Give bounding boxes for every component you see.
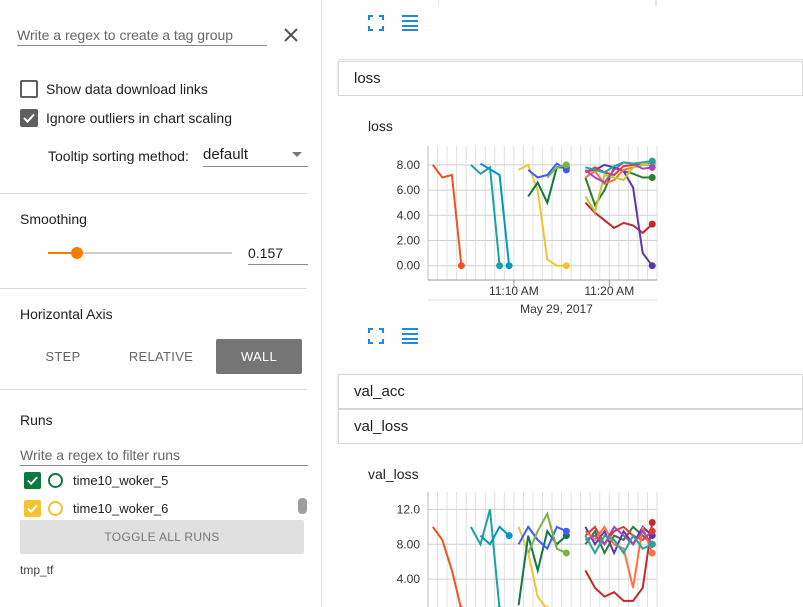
y-tick-label: 8.00: [397, 537, 421, 551]
runs-filter-input[interactable]: [20, 444, 308, 466]
ignore-outliers-label: Ignore outliers in chart scaling: [46, 110, 232, 126]
group-label: val_loss: [354, 418, 409, 435]
series-end-point: [648, 163, 656, 171]
smoothing-value-input[interactable]: 0.157: [248, 243, 308, 265]
run-color-circle: [48, 501, 63, 516]
tag-regex-input[interactable]: [17, 24, 267, 46]
run-item[interactable]: time10_woker_6: [24, 500, 168, 517]
loss-chart[interactable]: 8.00 6.00 4.00 2.00 0.00 11:10 AM 11:20 AM May …: [338, 96, 803, 321]
val-loss-chart[interactable]: 12.0 8.00 4.00: [338, 444, 803, 607]
series-end-point: [562, 527, 570, 535]
group-header-val-acc[interactable]: val_acc: [338, 374, 803, 409]
smoothing-slider-knob[interactable]: [71, 247, 83, 259]
data-table-icon[interactable]: [400, 13, 420, 33]
tooltip-sort-label: Tooltip sorting method:: [48, 148, 189, 164]
run-checkbox[interactable]: [24, 500, 41, 517]
expand-icon[interactable]: [366, 326, 386, 346]
tooltip-sort-value: default: [203, 146, 249, 163]
run-item[interactable]: time10_woker_5: [24, 472, 168, 489]
series-end-point: [457, 262, 465, 270]
divider: [0, 389, 307, 390]
series-end-point: [562, 262, 570, 270]
series-end-point: [562, 161, 570, 169]
series-end-point: [648, 174, 656, 181]
series-end-point: [648, 549, 656, 557]
run-name: time10_woker_6: [73, 501, 169, 516]
sidebar: Show data download links Ignore outliers…: [0, 0, 322, 607]
x-tick-label: 11:10 AM: [489, 284, 539, 298]
group-label: val_acc: [354, 383, 405, 400]
group-header-loss[interactable]: loss: [338, 61, 803, 96]
series-end-point: [648, 220, 656, 228]
series-end-point: [648, 540, 656, 548]
series-line: [527, 166, 567, 206]
axis-step-button[interactable]: STEP: [20, 339, 106, 374]
divider: [0, 193, 307, 194]
run-checkbox[interactable]: [24, 472, 41, 489]
series-end-point: [562, 549, 570, 557]
series-end-point: [648, 527, 656, 535]
series-end-point: [496, 262, 504, 270]
series-end-point: [648, 519, 656, 526]
close-icon[interactable]: [280, 24, 302, 46]
y-tick-label: 4.00: [397, 572, 421, 586]
show-download-label: Show data download links: [46, 81, 208, 97]
checkbox-unchecked-icon[interactable]: [20, 80, 38, 98]
horizontal-axis-heading: Horizontal Axis: [20, 306, 113, 322]
x-tick-label: 11:20 AM: [584, 284, 634, 298]
series-end-point: [505, 262, 513, 270]
chart-card-partial: [338, 0, 803, 60]
logdir-label: tmp_tf: [20, 563, 54, 577]
y-tick-label: 8.00: [397, 158, 421, 172]
run-color-circle: [48, 473, 63, 488]
runs-heading: Runs: [20, 412, 53, 428]
divider: [0, 288, 307, 289]
checkbox-checked-icon[interactable]: [20, 109, 38, 127]
expand-icon[interactable]: [366, 13, 386, 33]
axis-wall-button[interactable]: WALL: [216, 339, 302, 374]
x-axis-date-label: May 29, 2017: [520, 302, 593, 316]
tooltip-sort-dropdown[interactable]: default: [203, 143, 308, 167]
show-download-checkbox[interactable]: Show data download links: [20, 80, 208, 98]
run-name: time10_woker_5: [73, 473, 169, 488]
y-tick-label: 2.00: [397, 234, 421, 248]
chart-card-loss: loss 8.00 6.00 4.00 2.00 0.00 11:10 AM 11:20 A…: [338, 96, 803, 374]
y-tick-label: 4.00: [397, 208, 421, 222]
y-tick-label: 0.00: [397, 259, 421, 273]
smoothing-heading: Smoothing: [20, 211, 87, 227]
series-end-point: [648, 157, 656, 165]
runs-scrollbar[interactable]: [298, 498, 307, 514]
series-end-point: [505, 532, 513, 540]
chart-card-val-loss: val_loss 12.0 8.00 4.00: [338, 444, 803, 607]
group-label: loss: [354, 70, 381, 87]
axis-relative-button[interactable]: RELATIVE: [118, 339, 204, 374]
toggle-all-runs-button[interactable]: TOGGLE ALL RUNS: [20, 520, 304, 554]
group-header-val-loss[interactable]: val_loss: [338, 409, 803, 444]
y-tick-label: 12.0: [397, 502, 421, 516]
y-tick-label: 6.00: [397, 183, 421, 197]
chevron-down-icon: [292, 152, 302, 157]
series-end-point: [648, 262, 656, 270]
chart-frame-partial: [438, 0, 657, 6]
data-table-icon[interactable]: [400, 326, 420, 346]
ignore-outliers-checkbox[interactable]: Ignore outliers in chart scaling: [20, 109, 232, 127]
